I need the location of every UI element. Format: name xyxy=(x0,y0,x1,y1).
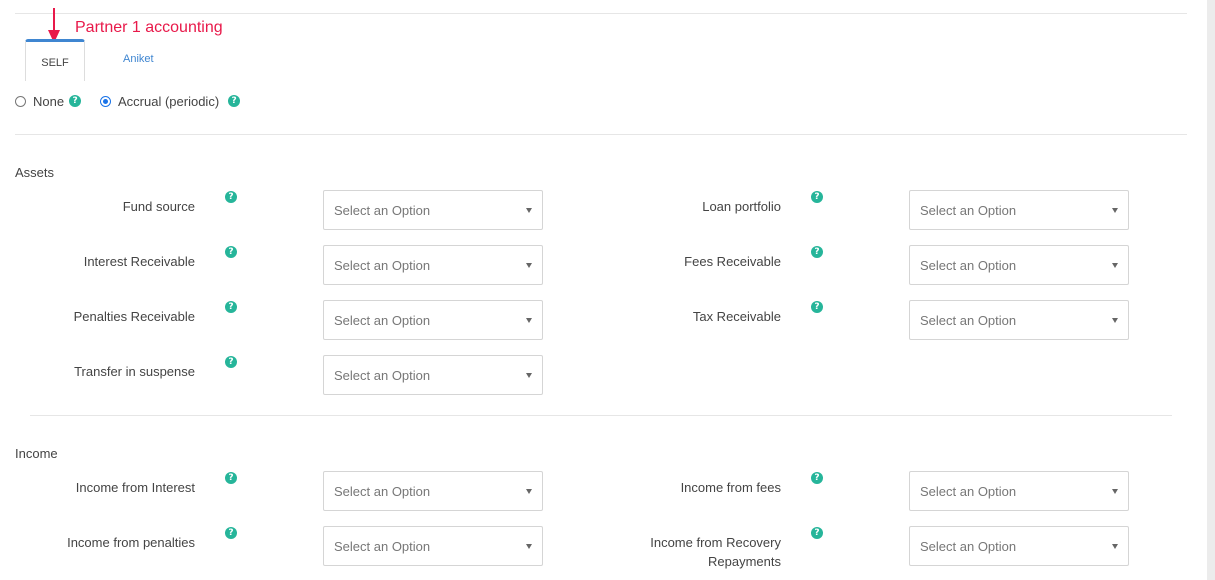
help-icon[interactable]: ? xyxy=(225,356,237,368)
select-placeholder: Select an Option xyxy=(920,312,1017,328)
caret-down-icon xyxy=(526,544,532,549)
select-loan-portfolio[interactable]: Select an Option xyxy=(909,190,1129,230)
help-icon[interactable]: ? xyxy=(225,472,237,484)
help-icon[interactable]: ? xyxy=(69,95,82,107)
tab-aniket[interactable]: Aniket xyxy=(123,53,154,65)
select-placeholder: Select an Option xyxy=(920,538,1017,554)
select-placeholder: Select an Option xyxy=(334,202,431,218)
select-income-from-recovery[interactable]: Select an Option xyxy=(909,526,1129,566)
label-income-from-penalties: Income from penalties xyxy=(67,535,195,550)
select-placeholder: Select an Option xyxy=(334,538,431,554)
top-divider xyxy=(15,13,1187,14)
caret-down-icon xyxy=(526,373,532,378)
select-placeholder: Select an Option xyxy=(920,202,1017,218)
help-icon[interactable]: ? xyxy=(225,301,237,313)
caret-down-icon xyxy=(526,208,532,213)
label-income-from-interest: Income from Interest xyxy=(75,480,195,495)
select-placeholder: Select an Option xyxy=(334,312,431,328)
label-income-from-recovery: Income from Recovery Repayments xyxy=(650,535,781,569)
page-scrollbar[interactable] xyxy=(1207,0,1215,580)
caret-down-icon xyxy=(526,489,532,494)
help-icon[interactable]: ? xyxy=(228,95,241,107)
help-icon[interactable]: ? xyxy=(811,246,823,258)
label-loan-portfolio: Loan portfolio xyxy=(702,199,781,214)
caret-down-icon xyxy=(1112,544,1118,549)
select-penalties-receivable[interactable]: Select an Option xyxy=(323,300,543,340)
label-interest-receivable: Interest Receivable xyxy=(83,254,195,269)
radio-none-label: None xyxy=(33,93,65,109)
select-placeholder: Select an Option xyxy=(334,367,431,383)
label-fund-source: Fund source xyxy=(122,199,195,214)
help-icon[interactable]: ? xyxy=(811,301,823,313)
section-title-income: Income xyxy=(15,446,58,461)
caret-down-icon xyxy=(1112,208,1118,213)
label-transfer-in-suspense: Transfer in suspense xyxy=(74,364,195,379)
help-icon[interactable]: ? xyxy=(225,191,237,203)
section-title-assets: Assets xyxy=(15,165,55,180)
radio-accrual[interactable] xyxy=(100,95,111,107)
label-income-from-fees: Income from fees xyxy=(680,480,781,495)
section-divider xyxy=(30,415,1172,416)
tab-self[interactable]: SELF xyxy=(25,39,85,81)
radio-accrual-label: Accrual (periodic) xyxy=(118,93,220,109)
select-income-from-penalties[interactable]: Select an Option xyxy=(323,526,543,566)
radio-option-none[interactable]: None ? xyxy=(15,92,82,110)
help-icon[interactable]: ? xyxy=(811,191,823,203)
help-icon[interactable]: ? xyxy=(811,472,823,484)
select-income-from-interest[interactable]: Select an Option xyxy=(323,471,543,511)
select-transfer-in-suspense[interactable]: Select an Option xyxy=(323,355,543,395)
select-fund-source[interactable]: Select an Option xyxy=(323,190,543,230)
caret-down-icon xyxy=(1112,263,1118,268)
section-divider xyxy=(15,134,1187,135)
caret-down-icon xyxy=(1112,318,1118,323)
label-tax-receivable: Tax Receivable xyxy=(692,309,781,324)
help-icon[interactable]: ? xyxy=(225,246,237,258)
annotation-label: Partner 1 accounting xyxy=(75,19,223,36)
select-placeholder: Select an Option xyxy=(920,257,1017,273)
radio-none[interactable] xyxy=(15,95,26,107)
caret-down-icon xyxy=(1112,489,1118,494)
help-icon[interactable]: ? xyxy=(225,527,237,539)
select-tax-receivable[interactable]: Select an Option xyxy=(909,300,1129,340)
select-placeholder: Select an Option xyxy=(920,483,1017,499)
help-icon[interactable]: ? xyxy=(811,527,823,539)
select-placeholder: Select an Option xyxy=(334,257,431,273)
select-income-from-fees[interactable]: Select an Option xyxy=(909,471,1129,511)
select-interest-receivable[interactable]: Select an Option xyxy=(323,245,543,285)
caret-down-icon xyxy=(526,318,532,323)
radio-option-accrual[interactable]: Accrual (periodic) ? xyxy=(100,92,241,110)
caret-down-icon xyxy=(526,263,532,268)
label-fees-receivable: Fees Receivable xyxy=(684,254,781,269)
label-penalties-receivable: Penalties Receivable xyxy=(73,309,195,324)
select-fees-receivable[interactable]: Select an Option xyxy=(909,245,1129,285)
select-placeholder: Select an Option xyxy=(334,483,431,499)
